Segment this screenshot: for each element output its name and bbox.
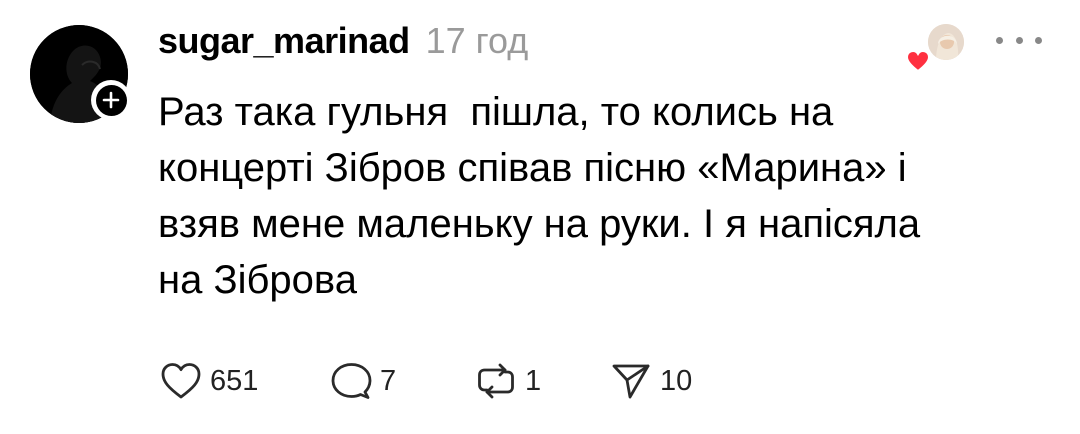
follow-button[interactable] xyxy=(91,80,131,120)
post-header: sugar_marinad 17 год xyxy=(158,20,528,70)
like-count: 651 xyxy=(210,364,259,397)
post-text-line: концерті Зібров співав пісню «Марина» і xyxy=(158,146,907,190)
reply-count: 7 xyxy=(380,364,397,397)
comment-icon xyxy=(331,363,372,399)
heart-icon xyxy=(905,49,931,73)
more-icon-dot xyxy=(996,36,1003,44)
share-button[interactable]: 10 xyxy=(610,358,720,404)
post-text-line: взяв мене маленьку на руки. І я напісяла xyxy=(158,202,921,246)
send-icon xyxy=(612,364,650,399)
timestamp: 17 год xyxy=(425,20,529,61)
liked-by-avatar[interactable] xyxy=(928,24,964,60)
repost-icon xyxy=(478,363,514,399)
repost-button[interactable]: 1 xyxy=(475,358,610,404)
like-button[interactable]: 651 xyxy=(160,358,330,404)
post-text-line: на Зіброва xyxy=(158,258,357,302)
plus-icon xyxy=(102,91,120,109)
post-text: Раз така гульня пішла, то колись на конц… xyxy=(158,84,1038,308)
post-text-line: Раз така гульня пішла, то колись на xyxy=(158,90,834,134)
repost-count: 1 xyxy=(525,364,542,397)
more-icon-dot xyxy=(1035,36,1042,44)
heart-outline-icon xyxy=(161,363,201,399)
username[interactable]: sugar_marinad xyxy=(158,20,410,62)
reply-button[interactable]: 7 xyxy=(330,358,475,404)
action-bar: 651 7 1 10 xyxy=(160,358,720,404)
more-button[interactable] xyxy=(996,30,1042,50)
liked-by-avatar-image xyxy=(928,24,964,60)
share-count: 10 xyxy=(660,364,693,397)
more-icon-dot xyxy=(1015,36,1023,44)
